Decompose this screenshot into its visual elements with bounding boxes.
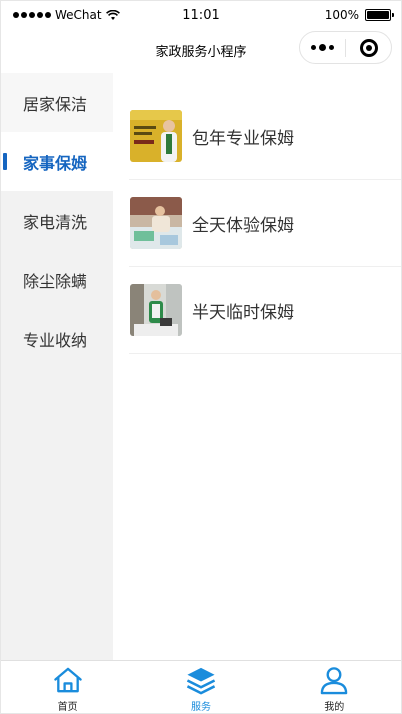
service-label: 半天临时保姆 (192, 302, 294, 323)
sidebar-item-home-cleaning[interactable]: 居家保洁 (1, 73, 113, 132)
tab-profile[interactable]: 我的 (268, 661, 401, 713)
more-icon[interactable] (300, 44, 345, 51)
service-list: 包年专业保姆 全天体验保姆 半天临时保姆 (129, 93, 401, 354)
list-item[interactable]: 半天临时保姆 (129, 267, 401, 354)
tab-label: 首页 (57, 702, 78, 713)
tab-home[interactable]: 首页 (1, 661, 134, 713)
battery-percent: 100% (324, 8, 359, 22)
user-icon (321, 667, 348, 695)
sidebar-item-label: 除尘除螨 (23, 271, 88, 291)
battery-fill (367, 11, 389, 19)
sidebar-item-label: 家电清洗 (23, 212, 88, 232)
close-icon[interactable] (346, 38, 391, 57)
status-bar: WeChat 11:01 100% (1, 1, 401, 31)
cleaning-room-image (130, 197, 182, 249)
sidebar-item-label: 专业收纳 (23, 330, 88, 350)
sidebar-item-appliance-cleaning[interactable]: 家电清洗 (1, 191, 113, 250)
yellow-poster-image (130, 110, 182, 162)
service-label: 包年专业保姆 (192, 128, 294, 149)
tab-label: 我的 (324, 702, 345, 713)
sidebar-item-dust-mite-removal[interactable]: 除尘除螨 (1, 250, 113, 309)
service-label: 全天体验保姆 (192, 215, 294, 236)
nav-bar: 家政服务小程序 (1, 31, 401, 71)
layers-icon (186, 667, 216, 695)
maid-cleaning-image (130, 284, 182, 336)
home-icon (53, 667, 82, 693)
sidebar-item-housekeeper[interactable]: 家事保姆 (1, 132, 129, 191)
battery-icon (365, 9, 394, 21)
sidebar-item-organizing[interactable]: 专业收纳 (1, 309, 113, 368)
tab-bar: 首页 服务 我的 (1, 660, 401, 713)
tab-services[interactable]: 服务 (134, 661, 267, 713)
list-item[interactable]: 包年专业保姆 (129, 93, 401, 180)
capsule-menu (299, 31, 392, 64)
sidebar-item-label: 家事保姆 (23, 153, 88, 173)
sidebar-item-label: 居家保洁 (23, 94, 88, 114)
category-sidebar: 居家保洁 家事保姆 家电清洗 除尘除螨 专业收纳 (1, 73, 129, 663)
tab-label: 服务 (190, 702, 211, 713)
status-right: 100% (324, 8, 394, 22)
list-item[interactable]: 全天体验保姆 (129, 180, 401, 267)
screen: WeChat 11:01 100% 家政服务小程序 居家保洁 家事保姆 家电清洗… (0, 0, 402, 714)
active-indicator (3, 153, 7, 170)
